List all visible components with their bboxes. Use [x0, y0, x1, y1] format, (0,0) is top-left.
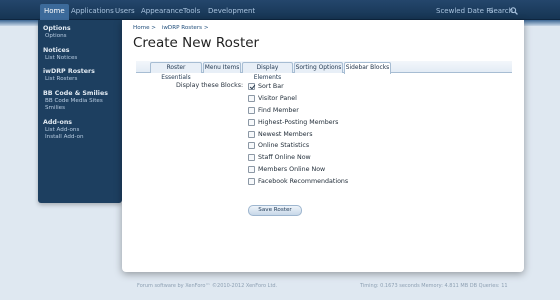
checkbox-members-online-now[interactable]: [248, 165, 255, 173]
checkbox-find-member[interactable]: [248, 106, 255, 114]
tab-sidebar-blocks[interactable]: Sidebar Blocks: [344, 62, 391, 74]
sidebar-group-bbcode: BB Code & Smilies BB Code Media Sites Sm…: [38, 89, 122, 113]
user-account-link[interactable]: Scewled Date Ri: [436, 4, 493, 18]
sidebar-heading[interactable]: BB Code & Smilies: [38, 89, 122, 98]
sidebar-item-bb-code-media-sites[interactable]: BB Code Media Sites: [38, 98, 122, 106]
sidebar: Options Options Notices List Notices iwD…: [38, 20, 122, 203]
breadcrumb-home[interactable]: Home >: [133, 25, 156, 31]
block-option[interactable]: Members Online Now: [248, 164, 348, 176]
sidebar-heading[interactable]: Add-ons: [38, 118, 122, 127]
sidebar-heading[interactable]: Options: [38, 24, 122, 33]
checkbox-label[interactable]: Highest-Posting Members: [258, 119, 338, 126]
block-option[interactable]: Facebook Recommendations: [248, 175, 348, 187]
nav-tab-development[interactable]: Development: [204, 4, 259, 18]
checkbox-facebook-recommendations[interactable]: [248, 177, 255, 185]
save-roster-button[interactable]: Save Roster: [248, 205, 302, 216]
sidebar-group-notices: Notices List Notices: [38, 46, 122, 63]
checkbox-label[interactable]: Staff Online Now: [258, 154, 311, 161]
tab-sorting-options[interactable]: Sorting Options: [294, 62, 343, 73]
tab-roster-essentials[interactable]: Roster Essentials: [150, 62, 202, 81]
block-option[interactable]: Visitor Panel: [248, 93, 348, 105]
checkbox-sort-bar[interactable]: [248, 83, 255, 91]
nav-tab-tools[interactable]: Tools: [179, 4, 204, 18]
blocks-checklist: Sort Bar Visitor Panel Find Member Highe…: [248, 81, 348, 187]
sidebar-heading[interactable]: Notices: [38, 46, 122, 55]
sidebar-item-list-rosters[interactable]: List Rosters: [38, 76, 122, 84]
sidebar-group-rosters: iwDRP Rosters List Rosters: [38, 67, 122, 84]
block-option[interactable]: Newest Members: [248, 128, 348, 140]
page-title: Create New Roster: [133, 35, 260, 51]
block-option[interactable]: Highest-Posting Members: [248, 116, 348, 128]
sidebar-item-options[interactable]: Options: [38, 33, 122, 41]
top-navigation-bar: Home Applications Users Appearance Tools…: [0, 0, 560, 20]
nav-tab-users[interactable]: Users: [111, 4, 139, 18]
footer-copyright: Forum software by XenForo™ ©2010-2012 Xe…: [137, 283, 278, 289]
breadcrumb-rosters[interactable]: iwDRP Rosters >: [162, 25, 209, 31]
form-tabs: Roster Essentials Menu Items Display Ele…: [136, 61, 512, 81]
breadcrumb: Home > iwDRP Rosters >: [133, 25, 213, 31]
checkbox-label[interactable]: Members Online Now: [258, 166, 325, 173]
sidebar-item-list-add-ons[interactable]: List Add-ons: [38, 127, 122, 135]
search-icon[interactable]: [510, 7, 518, 15]
checkbox-visitor-panel[interactable]: [248, 95, 255, 103]
checkbox-staff-online-now[interactable]: [248, 154, 255, 162]
blocks-field-label: Display these Blocks:: [176, 82, 244, 89]
sidebar-heading[interactable]: iwDRP Rosters: [38, 67, 122, 76]
checkbox-newest-members[interactable]: [248, 130, 255, 138]
block-option[interactable]: Sort Bar: [248, 81, 348, 93]
sidebar-item-list-notices[interactable]: List Notices: [38, 55, 122, 63]
checkbox-highest-posting-members[interactable]: [248, 118, 255, 126]
sidebar-group-addons: Add-ons List Add-ons Install Add-on: [38, 118, 122, 142]
checkbox-label[interactable]: Facebook Recommendations: [258, 178, 348, 185]
checkbox-online-statistics[interactable]: [248, 142, 255, 150]
sidebar-item-smilies[interactable]: Smilies: [38, 105, 122, 113]
sidebar-group-options: Options Options: [38, 24, 122, 41]
tab-menu-items[interactable]: Menu Items: [203, 62, 241, 73]
footer-debug-info: Timing: 0.1673 seconds Memory: 4.811 MB …: [360, 283, 508, 289]
block-option[interactable]: Online Statistics: [248, 140, 348, 152]
content-panel: Home > iwDRP Rosters > Create New Roster…: [122, 20, 524, 272]
nav-tab-home[interactable]: Home: [40, 4, 69, 20]
checkbox-label[interactable]: Visitor Panel: [258, 95, 297, 102]
checkbox-label[interactable]: Online Statistics: [258, 142, 309, 149]
checkbox-label[interactable]: Sort Bar: [258, 83, 284, 90]
tab-display-elements[interactable]: Display Elements: [242, 62, 293, 81]
checkbox-label[interactable]: Newest Members: [258, 131, 313, 138]
block-option[interactable]: Staff Online Now: [248, 152, 348, 164]
block-option[interactable]: Find Member: [248, 105, 348, 117]
sidebar-item-install-add-on[interactable]: Install Add-on: [38, 134, 122, 142]
checkbox-label[interactable]: Find Member: [258, 107, 299, 114]
